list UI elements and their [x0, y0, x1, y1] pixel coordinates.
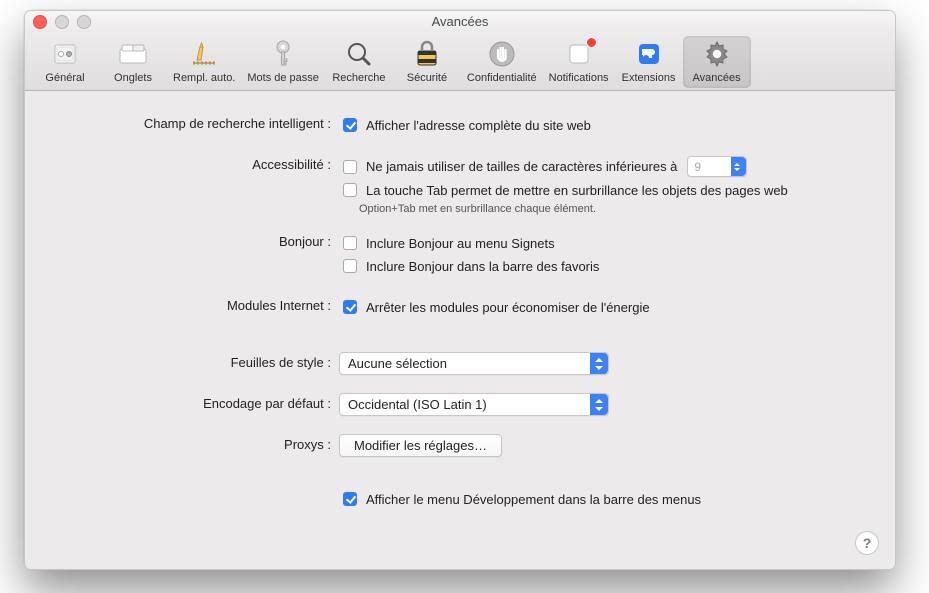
tab-autofill[interactable]: Rempl. auto.	[167, 36, 241, 88]
zoom-icon[interactable]	[77, 15, 91, 29]
help-button[interactable]: ?	[855, 531, 879, 555]
tab-general[interactable]: Général	[31, 36, 99, 88]
checkbox-stop-plugins[interactable]: Arrêter les modules pour économiser de l…	[339, 297, 865, 317]
hand-icon	[486, 38, 518, 70]
tab-extensions[interactable]: Extensions	[615, 36, 683, 88]
tab-label: Général	[45, 72, 84, 84]
notification-badge	[586, 37, 597, 48]
checkbox-min-font-size[interactable]: Ne jamais utiliser de tailles de caractè…	[339, 156, 865, 177]
gear-icon	[701, 38, 733, 70]
label-internet-plugins: Modules Internet :	[25, 297, 339, 313]
puzzle-icon	[633, 38, 665, 70]
key-icon	[267, 38, 299, 70]
tabs-icon	[117, 38, 149, 70]
tab-label: Rempl. auto.	[173, 72, 235, 84]
hint-option-tab: Option+Tab met en surbrillance chaque él…	[359, 203, 865, 215]
tab-tabs[interactable]: Onglets	[99, 36, 167, 88]
tab-label: Notifications	[549, 72, 609, 84]
tab-passwords[interactable]: Mots de passe	[241, 36, 325, 88]
label-bonjour: Bonjour :	[25, 233, 339, 249]
tab-advanced[interactable]: Avancées	[683, 36, 751, 88]
tab-label: Extensions	[622, 72, 676, 84]
select-stylesheet[interactable]: Aucune sélection	[339, 352, 609, 375]
label-proxies: Proxys :	[25, 434, 339, 452]
tab-label: Confidentialité	[467, 72, 537, 84]
tab-label: Sécurité	[407, 72, 447, 84]
notifications-icon	[563, 38, 595, 70]
checkbox-tab-highlights[interactable]: La touche Tab permet de mettre en surbri…	[339, 180, 865, 200]
window-title: Avancées	[432, 14, 489, 29]
pencil-icon	[188, 38, 220, 70]
label-encoding: Encodage par défaut :	[25, 393, 339, 411]
tab-security[interactable]: Sécurité	[393, 36, 461, 88]
label-stylesheet: Feuilles de style :	[25, 352, 339, 370]
content-pane: Champ de recherche intelligent : Affiche…	[25, 91, 895, 536]
titlebar: Avancées	[25, 11, 895, 32]
label-accessibility: Accessibilité :	[25, 156, 339, 172]
checkbox-bonjour-bookmarks[interactable]: Inclure Bonjour au menu Signets	[339, 233, 865, 253]
tab-label: Onglets	[114, 72, 152, 84]
tab-privacy[interactable]: Confidentialité	[461, 36, 543, 88]
search-icon	[343, 38, 375, 70]
preferences-window: Avancées Général Onglets Rempl. auto.	[24, 10, 896, 570]
lock-icon	[411, 38, 443, 70]
close-icon[interactable]	[33, 15, 47, 29]
tab-label: Recherche	[332, 72, 385, 84]
checkbox-show-develop-menu[interactable]: Afficher le menu Développement dans la b…	[339, 489, 865, 509]
select-min-font-size[interactable]: 9	[687, 156, 747, 177]
tab-label: Mots de passe	[247, 72, 319, 84]
toolbar: Général Onglets Rempl. auto. Mots de pas…	[25, 32, 895, 91]
checkbox-show-full-address[interactable]: Afficher l'adresse complète du site web	[339, 115, 865, 135]
label-smart-search: Champ de recherche intelligent :	[25, 115, 339, 131]
minimize-icon[interactable]	[55, 15, 69, 29]
tab-search[interactable]: Recherche	[325, 36, 393, 88]
button-change-settings[interactable]: Modifier les réglages…	[339, 434, 502, 457]
switch-icon	[49, 38, 81, 70]
checkbox-bonjour-favorites[interactable]: Inclure Bonjour dans la barre des favori…	[339, 256, 865, 276]
tab-label: Avancées	[693, 72, 741, 84]
select-encoding[interactable]: Occidental (ISO Latin 1)	[339, 393, 609, 416]
window-controls	[33, 15, 91, 29]
tab-notifications[interactable]: Notifications	[543, 36, 615, 88]
